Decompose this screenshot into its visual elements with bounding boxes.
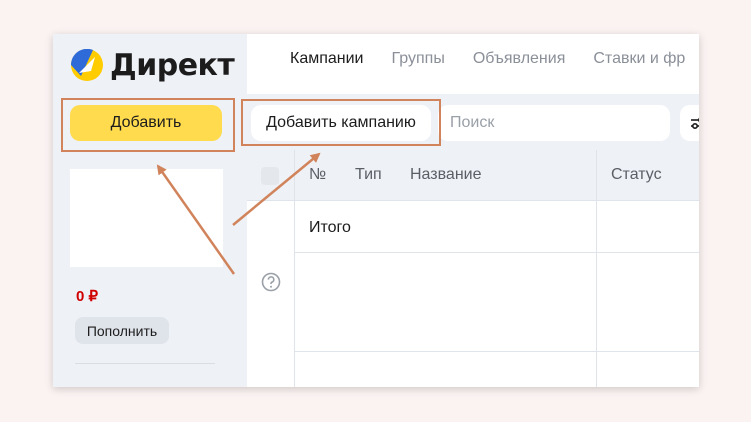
arrow-to-add-button <box>156 164 236 275</box>
annotation-arrows <box>156 152 321 275</box>
arrow-to-add-campaign <box>232 152 321 226</box>
